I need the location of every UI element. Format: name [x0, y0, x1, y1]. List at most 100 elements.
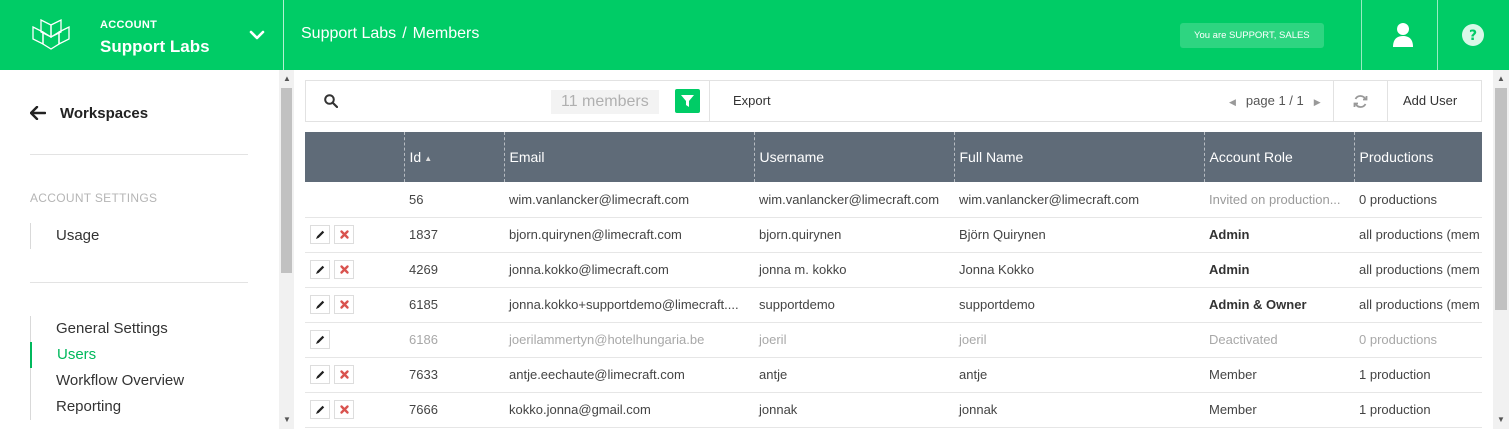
scroll-up-icon[interactable]: ▲ — [1497, 74, 1505, 83]
workspaces-back-link[interactable]: Workspaces — [30, 105, 148, 122]
cell-email: antje.eechaute@limecraft.com — [504, 357, 754, 393]
previous-page-icon[interactable]: ◀ — [1229, 97, 1236, 107]
toolbar-divider — [709, 81, 710, 121]
breadcrumb-separator: / — [402, 25, 407, 42]
scrollbar-thumb[interactable] — [1495, 88, 1507, 310]
delete-x-icon[interactable] — [334, 400, 354, 419]
row-actions — [305, 322, 404, 358]
help-icon[interactable]: ? — [1461, 23, 1485, 47]
cell-productions: 0 productions — [1354, 182, 1482, 218]
edit-pencil-icon[interactable] — [310, 260, 330, 279]
sort-ascending-icon: ▲ — [424, 154, 433, 163]
sidebar-item-users[interactable]: Users — [30, 342, 96, 368]
delete-x-icon[interactable] — [334, 295, 354, 314]
table-row[interactable]: 7633 antje.eechaute@limecraft.com antje ant… — [305, 357, 1482, 393]
sidebar: Workspaces ACCOUNT SETTINGS Usage Genera… — [0, 70, 278, 429]
page-indicator: page 1 / 1 — [1245, 93, 1304, 108]
refresh-icon[interactable] — [1353, 94, 1368, 109]
scrollbar-thumb[interactable] — [281, 88, 292, 273]
table-row[interactable]: 6186 joerilammertyn@hotelhungaria.be joeri… — [305, 322, 1482, 358]
account-switcher[interactable]: ACCOUNT Support Labs — [0, 0, 284, 70]
chevron-down-icon[interactable] — [248, 28, 266, 42]
search-icon[interactable] — [324, 94, 338, 108]
sidebar-item-reporting[interactable]: Reporting — [30, 394, 121, 420]
scroll-down-icon[interactable]: ▼ — [1497, 415, 1505, 424]
edit-pencil-icon[interactable] — [310, 330, 330, 349]
toolbar-divider — [1333, 81, 1334, 121]
column-header-full-name[interactable]: Full Name — [953, 132, 1204, 182]
table-row[interactable]: 56 wim.vanlancker@limecraft.com wim.vanlan… — [305, 182, 1482, 218]
cell-email: joerilammertyn@hotelhungaria.be — [504, 322, 754, 358]
add-user-button[interactable]: Add User — [1403, 93, 1457, 108]
sidebar-item-general-settings[interactable]: General Settings — [30, 316, 168, 342]
sidebar-scrollbar[interactable]: ▲ ▼ — [279, 70, 294, 429]
cell-productions: all productions (mem — [1354, 217, 1482, 253]
cell-id: 7666 — [404, 392, 504, 428]
cell-productions: 1 production — [1354, 357, 1482, 393]
header-divider — [1437, 0, 1438, 70]
cell-username: bjorn.quirynen — [754, 217, 954, 253]
cell-id: 7633 — [404, 357, 504, 393]
cell-username: antje — [754, 357, 954, 393]
cell-email: kokko.jonna@gmail.com — [504, 392, 754, 428]
row-actions — [305, 252, 404, 288]
export-button[interactable]: Export — [733, 93, 771, 108]
header-divider — [1361, 0, 1362, 70]
edit-pencil-icon[interactable] — [310, 295, 330, 314]
limecraft-logo-icon — [32, 18, 70, 50]
cell-id: 1837 — [404, 217, 504, 253]
cell-productions: all productions (mem — [1354, 287, 1482, 323]
column-header-email[interactable]: Email — [503, 132, 754, 182]
table-row[interactable]: 1837 bjorn.quirynen@limecraft.com bjorn.qu… — [305, 217, 1482, 253]
cell-full-name: supportdemo — [954, 287, 1204, 323]
pagination: ◀ page 1 / 1 ▶ — [1219, 93, 1331, 108]
cell-role: Admin — [1204, 217, 1354, 253]
column-header-account-role[interactable]: Account Role — [1203, 132, 1354, 182]
cell-full-name: Björn Quirynen — [954, 217, 1204, 253]
column-header-productions[interactable]: Productions — [1353, 132, 1482, 182]
cell-email: wim.vanlancker@limecraft.com — [504, 182, 754, 218]
cell-username: jonnak — [754, 392, 954, 428]
sidebar-item-usage[interactable]: Usage — [30, 223, 99, 249]
cell-username: joeril — [754, 322, 954, 358]
delete-x-icon[interactable] — [334, 260, 354, 279]
sidebar-item-workflow-overview[interactable]: Workflow Overview — [30, 368, 184, 394]
cell-role: Admin — [1204, 252, 1354, 288]
cell-username: supportdemo — [754, 287, 954, 323]
filter-button[interactable] — [675, 89, 700, 113]
members-panel: 11 members Export ◀ page 1 / 1 ▶ Add User — [294, 70, 1493, 429]
table-row[interactable]: 7666 kokko.jonna@gmail.com jonnak jonnak Mem… — [305, 392, 1482, 428]
cell-role: Invited on production... — [1204, 182, 1354, 218]
table-row[interactable]: 6185 jonna.kokko+supportdemo@limecraft...… — [305, 287, 1482, 323]
members-table-body: 56 wim.vanlancker@limecraft.com wim.vanlan… — [305, 182, 1482, 428]
breadcrumb: Support Labs / Members — [301, 25, 479, 43]
user-icon[interactable] — [1392, 22, 1414, 48]
cell-full-name: jonnak — [954, 392, 1204, 428]
main-scrollbar[interactable]: ▲ ▼ — [1493, 70, 1509, 429]
delete-x-icon[interactable] — [334, 365, 354, 384]
cell-username: wim.vanlancker@limecraft.com — [754, 182, 954, 218]
scroll-down-icon[interactable]: ▼ — [283, 415, 291, 424]
next-page-icon[interactable]: ▶ — [1314, 97, 1321, 107]
cell-id: 6185 — [404, 287, 504, 323]
breadcrumb-account[interactable]: Support Labs — [301, 25, 396, 42]
cell-full-name: Jonna Kokko — [954, 252, 1204, 288]
account-settings-heading: ACCOUNT SETTINGS — [30, 191, 158, 205]
column-header-username[interactable]: Username — [753, 132, 954, 182]
top-bar: ACCOUNT Support Labs Support Labs / Member… — [0, 0, 1509, 70]
sidebar-item-label: Usage — [56, 227, 100, 244]
cell-role: Member — [1204, 392, 1354, 428]
row-actions — [305, 182, 404, 218]
delete-x-icon[interactable] — [334, 225, 354, 244]
row-actions — [305, 357, 404, 393]
column-header-id[interactable]: Id ▲ — [403, 132, 504, 182]
cell-email: bjorn.quirynen@limecraft.com — [504, 217, 754, 253]
toolbar-divider — [1387, 81, 1388, 121]
edit-pencil-icon[interactable] — [310, 365, 330, 384]
table-row[interactable]: 4269 jonna.kokko@limecraft.com jonna m. ko… — [305, 252, 1482, 288]
column-header-actions — [305, 132, 404, 182]
sidebar-item-label: Users — [57, 346, 97, 363]
edit-pencil-icon[interactable] — [310, 225, 330, 244]
edit-pencil-icon[interactable] — [310, 400, 330, 419]
scroll-up-icon[interactable]: ▲ — [283, 74, 291, 83]
